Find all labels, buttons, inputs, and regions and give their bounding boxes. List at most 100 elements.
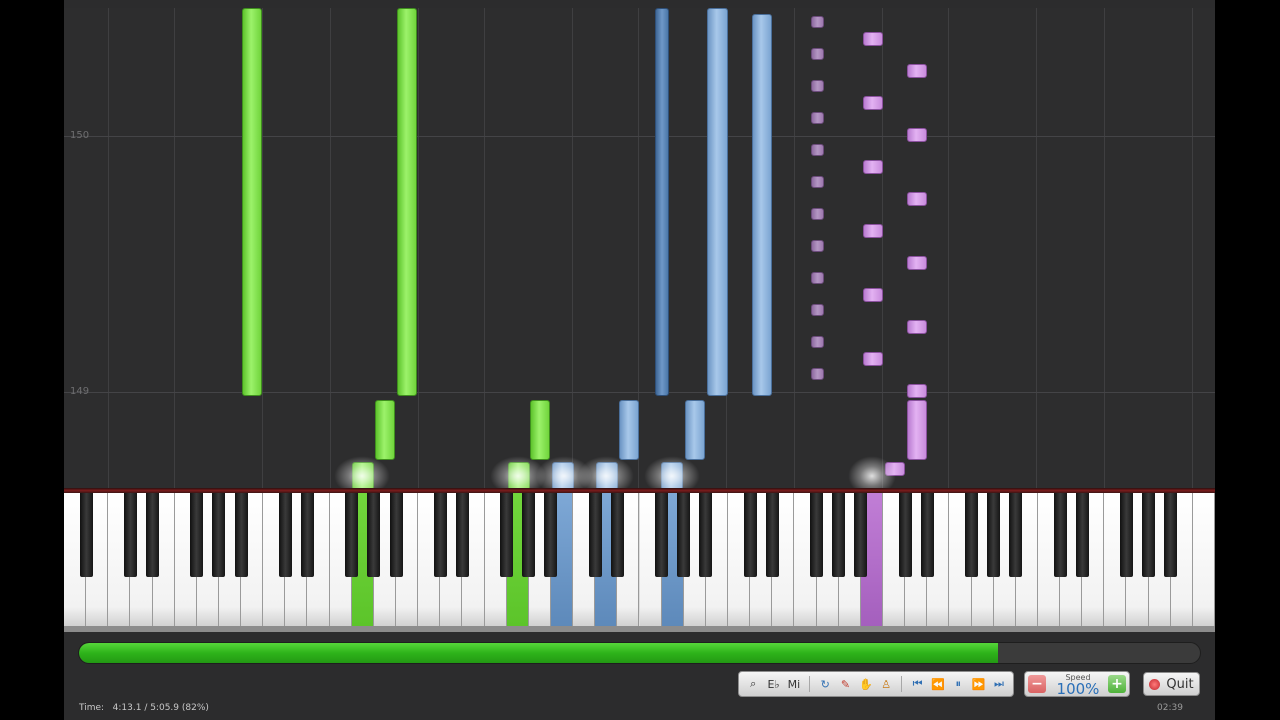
rewind-icon[interactable]: ⏪	[930, 675, 946, 693]
mi-button[interactable]: Mi	[786, 675, 802, 693]
speed-control: − Speed 100% +	[1024, 671, 1130, 698]
note-pink	[811, 80, 824, 92]
keyboard-base	[64, 626, 1215, 632]
grid-line	[108, 8, 109, 488]
black-key[interactable]	[367, 493, 381, 577]
black-key[interactable]	[832, 493, 846, 577]
song-progress-bar[interactable]	[78, 642, 1201, 664]
note-blue-dark	[655, 8, 669, 396]
time-readout: Time: 4:13.1 / 5:05.9 (82%)	[79, 703, 209, 713]
clock: 02:39	[1157, 703, 1183, 713]
fast-forward-icon[interactable]: ⏩	[970, 675, 986, 693]
black-key[interactable]	[500, 493, 514, 577]
piano-keyboard[interactable]	[64, 493, 1215, 630]
skip-end-icon[interactable]: ⏭	[991, 675, 1007, 693]
black-key[interactable]	[1164, 493, 1178, 577]
pencil-icon[interactable]: ✎	[837, 675, 853, 693]
black-key[interactable]	[677, 493, 691, 577]
loop-icon[interactable]: ↻	[817, 675, 833, 693]
black-key[interactable]	[300, 493, 314, 577]
grid-line	[1036, 8, 1037, 488]
note-pink	[811, 336, 824, 348]
black-key[interactable]	[699, 493, 713, 577]
black-key[interactable]	[190, 493, 204, 577]
key-hit-glow	[334, 456, 390, 488]
skip-start-icon[interactable]: ⏮	[909, 675, 925, 693]
note-green	[530, 400, 550, 460]
black-key[interactable]	[588, 493, 602, 577]
black-key[interactable]	[854, 493, 868, 577]
black-key[interactable]	[433, 493, 447, 577]
speed-increase-button[interactable]: +	[1108, 675, 1126, 693]
black-key[interactable]	[965, 493, 979, 577]
hand-icon[interactable]: ✋	[858, 675, 874, 693]
note-pink	[811, 48, 824, 60]
black-key[interactable]	[79, 493, 93, 577]
black-key[interactable]	[810, 493, 824, 577]
white-key[interactable]	[1192, 493, 1215, 627]
note-pink	[907, 400, 927, 460]
note-pink	[863, 352, 883, 366]
note-pink	[811, 112, 824, 124]
black-key[interactable]	[920, 493, 934, 577]
grid-line	[1192, 8, 1193, 488]
black-key[interactable]	[146, 493, 160, 577]
note-blue	[619, 400, 639, 460]
black-key[interactable]	[522, 493, 536, 577]
song-progress-fill	[79, 643, 999, 663]
black-key[interactable]	[234, 493, 248, 577]
time-value: 4:13.1 / 5:05.9 (82%)	[112, 703, 209, 713]
black-key[interactable]	[544, 493, 558, 577]
black-key[interactable]	[455, 493, 469, 577]
note-pink	[907, 64, 927, 78]
key-hit-glow	[644, 456, 700, 488]
note-pink	[811, 368, 824, 380]
black-key[interactable]	[610, 493, 624, 577]
black-key[interactable]	[123, 493, 137, 577]
grid-line	[262, 8, 263, 488]
note-pink	[863, 96, 883, 110]
black-key[interactable]	[743, 493, 757, 577]
note-pink	[811, 16, 824, 28]
falling-notes-area: 150 149	[64, 8, 1215, 488]
note-pink	[907, 320, 927, 334]
black-key[interactable]	[278, 493, 292, 577]
black-key[interactable]	[389, 493, 403, 577]
note-green	[242, 8, 262, 396]
black-key[interactable]	[1075, 493, 1089, 577]
note-green	[397, 8, 417, 396]
note-pink	[863, 288, 883, 302]
measure-number: 149	[70, 386, 90, 397]
note-pink	[863, 32, 883, 46]
black-key[interactable]	[1009, 493, 1023, 577]
black-key[interactable]	[345, 493, 359, 577]
black-key[interactable]	[1119, 493, 1133, 577]
measure-line	[64, 392, 1215, 393]
black-key[interactable]	[987, 493, 1001, 577]
quit-button[interactable]: Quit	[1143, 672, 1200, 696]
playback-toolbar: ⌕ E♭ Mi ↻ ✎ ✋ ♙ ⏮ ⏪ ⏸ ⏩ ⏭	[738, 671, 1014, 697]
black-key[interactable]	[1053, 493, 1067, 577]
black-key[interactable]	[212, 493, 226, 577]
grid-line	[174, 8, 175, 488]
key-signature-button[interactable]: E♭	[765, 675, 781, 693]
metronome-icon[interactable]: ♙	[878, 675, 894, 693]
zoom-icon[interactable]: ⌕	[745, 675, 761, 693]
black-key[interactable]	[1142, 493, 1156, 577]
black-key[interactable]	[655, 493, 669, 577]
measure-line	[64, 136, 1215, 137]
note-pink	[907, 384, 927, 398]
time-prefix: Time:	[79, 703, 105, 713]
note-pink	[907, 256, 927, 270]
grid-line	[484, 8, 485, 488]
pause-icon[interactable]: ⏸	[950, 675, 966, 693]
measure-number: 150	[70, 130, 90, 141]
black-key[interactable]	[765, 493, 779, 577]
note-pink	[811, 176, 824, 188]
note-blue	[752, 14, 772, 396]
black-key[interactable]	[898, 493, 912, 577]
quit-label: Quit	[1166, 676, 1194, 692]
grid-line	[330, 8, 331, 488]
note-blue	[685, 400, 705, 460]
grid-line	[948, 8, 949, 488]
